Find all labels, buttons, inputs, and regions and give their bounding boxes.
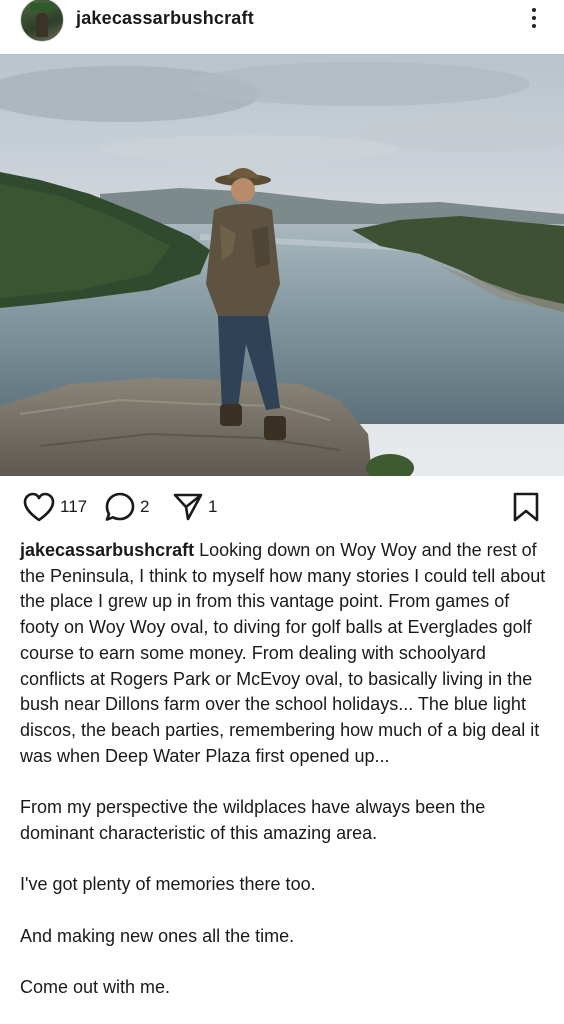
landscape-image — [0, 54, 564, 476]
comment-button[interactable]: 2 — [104, 490, 149, 524]
send-icon — [173, 493, 203, 521]
post-header: jakecassarbushcraft — [0, 0, 564, 52]
post-username[interactable]: jakecassarbushcraft — [76, 8, 254, 29]
heart-icon — [23, 492, 55, 522]
avatar-badge — [30, 3, 54, 11]
caption-paragraph: From my perspective the wildplaces have … — [20, 797, 486, 843]
avatar[interactable] — [20, 0, 64, 42]
caption-paragraph: Come out with me. — [20, 976, 171, 997]
save-button[interactable] — [512, 490, 540, 524]
avatar-figure — [36, 13, 48, 37]
caption-paragraph: And making new ones all the time. — [20, 925, 295, 946]
post-caption: jakecassarbushcraft Looking down on Woy … — [20, 538, 546, 1001]
post-actions: 117 2 1 — [0, 486, 564, 532]
caption-paragraph: I've got plenty of memories there too. — [20, 874, 316, 895]
more-options-icon[interactable] — [524, 4, 544, 34]
like-count: 117 — [60, 497, 88, 516]
caption-paragraph: jakecassarbushcraft Looking down on Woy … — [20, 538, 546, 769]
share-count: 1 — [208, 497, 218, 516]
comment-count: 2 — [140, 497, 150, 516]
like-button[interactable]: 117 — [22, 490, 87, 524]
caption-username[interactable]: jakecassarbushcraft — [20, 540, 194, 560]
bookmark-icon — [513, 492, 539, 522]
comment-icon — [105, 492, 135, 521]
post-photo[interactable] — [0, 54, 564, 476]
caption-text: Looking down on Woy Woy and the rest of … — [20, 540, 546, 766]
share-button[interactable]: 1 — [172, 490, 217, 524]
